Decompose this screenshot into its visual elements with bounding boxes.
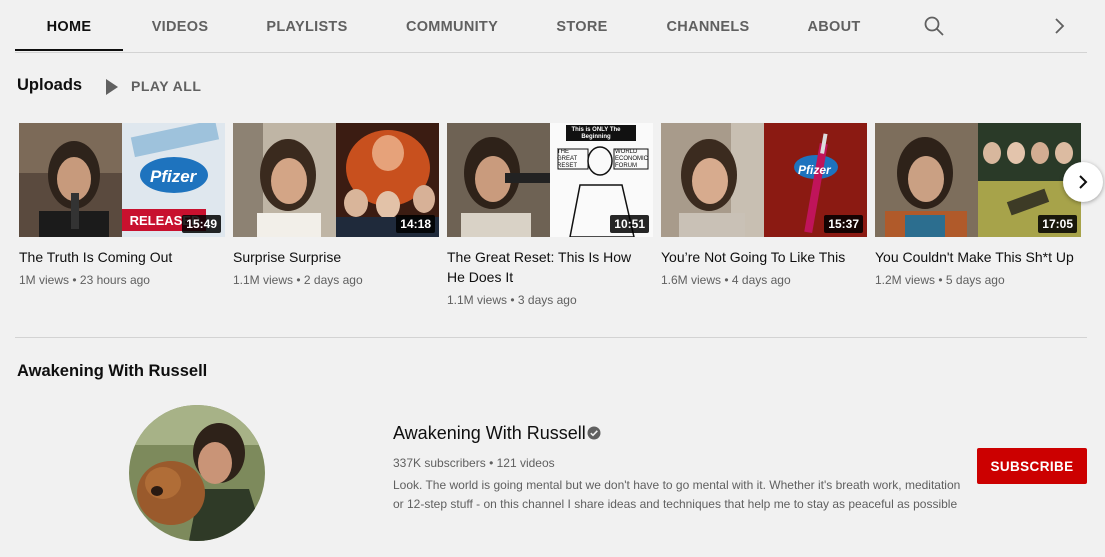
video-count: 121 videos [496,456,555,470]
shelf-next-button[interactable] [1063,162,1103,202]
chevron-right-icon [1079,175,1088,189]
thumbnail-text: Pfizer [798,163,831,177]
meta-separator: • [296,273,301,287]
video-metadata: 1.1M views • 2 days ago [233,273,439,287]
meta-separator: • [938,273,943,287]
tab-community[interactable]: COMMUNITY [393,0,511,51]
channel-stats: 337K subscribers • 121 videos [393,456,555,470]
video-metadata: 1.2M views • 5 days ago [875,273,1081,287]
tab-videos[interactable]: VIDEOS [135,0,225,51]
view-count: 1.1M views [447,293,508,307]
video-duration: 15:37 [824,215,863,233]
subscriber-count: 337K subscribers [393,456,486,470]
video-thumbnail[interactable]: This is ONLY The Beginning THE GREAT RES… [447,123,653,237]
upload-age: 3 days ago [517,293,577,307]
video-title[interactable]: You’re Not Going To Like This [661,247,861,267]
channel-tabs: HOME VIDEOS PLAYLISTS COMMUNITY STORE CH… [15,0,1087,53]
section-divider [15,337,1087,338]
channel-avatar[interactable] [129,405,265,541]
thumbnail-text: This is ONLY The Beginning [571,127,621,140]
video-title[interactable]: The Truth Is Coming Out [19,247,219,267]
thumbnail-image [447,123,550,237]
video-card[interactable]: 17:05 You Couldn't Make This Sh*t Up 1.2… [875,123,1081,287]
channel-name[interactable]: Awakening With Russell [393,423,586,444]
tab-playlists[interactable]: PLAYLISTS [255,0,359,51]
video-title[interactable]: Surprise Surprise [233,247,433,267]
upload-age: 4 days ago [731,273,791,287]
video-duration: 14:18 [396,215,435,233]
video-thumbnail[interactable]: 17:05 [875,123,1081,237]
chevron-right-icon[interactable] [1052,17,1066,40]
video-card[interactable]: This is ONLY The Beginning THE GREAT RES… [447,123,653,307]
play-icon [106,79,118,95]
tab-about[interactable]: ABOUT [801,0,867,51]
thumbnail-text: WORLD ECONOMIC FORUM [615,149,648,169]
subscribe-button[interactable]: SUBSCRIBE [977,448,1087,484]
play-all-label: PLAY ALL [131,78,202,94]
meta-separator: • [510,293,515,307]
tab-channels[interactable]: CHANNELS [663,0,753,51]
thumbnail-image [19,123,122,237]
video-card[interactable]: 14:18 Surprise Surprise 1.1M views • 2 d… [233,123,439,287]
meta-separator: • [724,273,729,287]
meta-separator: • [489,456,494,470]
video-card[interactable]: Pfizer RELEASED 15:49 The Truth Is Comin… [19,123,225,287]
verified-badge-icon [587,426,601,440]
upload-age: 5 days ago [945,273,1005,287]
video-thumbnail[interactable]: 14:18 [233,123,439,237]
meta-separator: • [72,273,77,287]
view-count: 1M views [19,273,70,287]
tab-store[interactable]: STORE [547,0,617,51]
search-icon[interactable] [923,15,945,42]
video-metadata: 1.6M views • 4 days ago [661,273,867,287]
channel-description: Look. The world is going mental but we d… [393,478,961,511]
uploads-title[interactable]: Uploads [17,76,82,95]
video-duration: 15:49 [182,215,221,233]
video-title[interactable]: The Great Reset: This Is How He Does It [447,247,647,287]
video-metadata: 1.1M views • 3 days ago [447,293,653,307]
upload-age: 2 days ago [303,273,363,287]
video-thumbnail[interactable]: Pfizer 15:37 [661,123,867,237]
video-metadata: 1M views • 23 hours ago [19,273,225,287]
video-thumbnail[interactable]: Pfizer RELEASED 15:49 [19,123,225,237]
thumbnail-image [875,123,978,237]
view-count: 1.6M views [661,273,722,287]
view-count: 1.2M views [875,273,936,287]
featured-channel-title[interactable]: Awakening With Russell [17,362,207,381]
video-card[interactable]: Pfizer 15:37 You’re Not Going To Like Th… [661,123,867,287]
video-duration: 10:51 [610,215,649,233]
thumbnail-image [233,123,336,237]
video-title[interactable]: You Couldn't Make This Sh*t Up [875,247,1075,267]
view-count: 1.1M views [233,273,294,287]
thumbnail-image [661,123,764,237]
video-duration: 17:05 [1038,215,1077,233]
thumbnail-text: THE GREAT RESET [557,149,578,169]
tab-home[interactable]: HOME [15,0,123,51]
upload-age: 23 hours ago [79,273,150,287]
thumbnail-text: Pfizer [150,167,197,186]
